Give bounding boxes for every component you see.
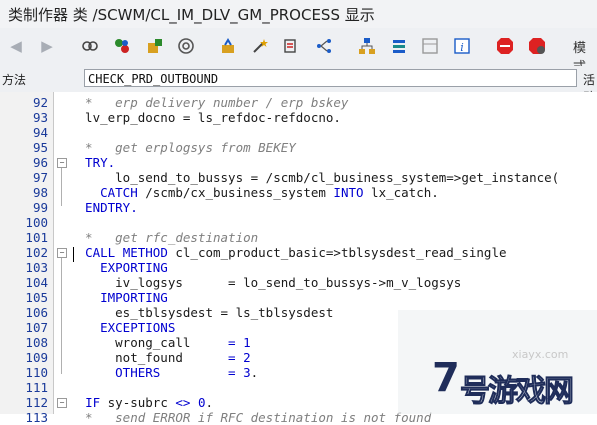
line-number: 100 — [25, 215, 48, 230]
application-toolbar: ◀ ▶ i 模式 — [0, 28, 597, 75]
code-line[interactable]: EXCEPTIONS — [70, 320, 175, 335]
line-number: 98 — [32, 185, 48, 200]
info-icon[interactable]: i — [452, 36, 472, 56]
frame-icon[interactable] — [420, 36, 440, 56]
code-line[interactable]: TRY. — [70, 155, 115, 170]
line-number: 103 — [25, 260, 48, 275]
back-arrow-icon[interactable]: ◀ — [6, 36, 26, 56]
code-line[interactable]: ENDTRY. — [70, 200, 138, 215]
code-line[interactable]: CALL METHOD cl_com_product_basic=>tblsys… — [70, 245, 506, 260]
where-used-icon[interactable] — [145, 36, 165, 56]
external-breakpoint-icon[interactable] — [527, 36, 547, 56]
line-number: 110 — [25, 365, 48, 380]
method-label: 方法 — [2, 73, 27, 87]
check-icon[interactable] — [218, 36, 238, 56]
watermark-logo: 7 号游戏网 — [432, 355, 575, 410]
breakpoint-icon[interactable] — [495, 36, 515, 56]
fold-toggle-icon[interactable]: − — [57, 248, 67, 258]
line-number: 96 — [32, 155, 48, 170]
line-number: 104 — [25, 275, 48, 290]
code-line[interactable]: IF sy-subrc <> 0. — [70, 395, 213, 410]
line-number: 101 — [25, 230, 48, 245]
line-number: 106 — [25, 305, 48, 320]
object-list-icon[interactable] — [176, 36, 196, 56]
forward-arrow-icon[interactable]: ▶ — [37, 36, 57, 56]
line-number: 109 — [25, 350, 48, 365]
title-bar: 类制作器 类 /SCWM/CL_IM_DLV_GM_PROCESS 显示 — [0, 0, 597, 29]
code-line[interactable]: * get erplogsys from BEKEY — [70, 140, 296, 155]
tree-icon[interactable] — [314, 36, 334, 56]
method-bar: 方法 CHECK_PRD_OUTBOUND 活动 — [0, 66, 597, 104]
magic-wand-icon[interactable] — [250, 36, 270, 56]
fold-column: − − − — [54, 92, 70, 414]
fold-toggle-icon[interactable]: − — [57, 158, 67, 168]
pretty-printer-icon[interactable] — [281, 36, 301, 56]
line-number: 92 — [32, 95, 48, 110]
fold-guide-line — [61, 258, 62, 374]
text-cursor — [73, 247, 74, 262]
line-number: 95 — [32, 140, 48, 155]
svg-text:号游戏网: 号游戏网 — [460, 374, 572, 409]
fold-toggle-icon[interactable]: − — [57, 398, 67, 408]
display-change-icon[interactable] — [80, 36, 100, 56]
line-number: 94 — [32, 125, 48, 140]
line-number: 93 — [32, 110, 48, 125]
line-number: 107 — [25, 320, 48, 335]
line-number: 112 — [25, 395, 48, 410]
code-line[interactable]: CATCH /scmb/cx_business_system INTO lx_c… — [70, 185, 439, 200]
svg-text:7: 7 — [432, 355, 460, 401]
line-number: 97 — [32, 170, 48, 185]
line-number: 111 — [25, 380, 48, 395]
code-line[interactable]: es_tblsysdest = ls_tblsysdest — [70, 305, 333, 320]
code-line[interactable]: * get rfc_destination — [70, 230, 258, 245]
line-number: 99 — [32, 200, 48, 215]
line-number: 108 — [25, 335, 48, 350]
line-number-gutter: 92 93 94 95 96 97 98 99 100 101 102 103 104 105 106 107… — [0, 92, 54, 425]
hierarchy-icon[interactable] — [357, 36, 377, 56]
window-title: 类制作器 类 /SCWM/CL_IM_DLV_GM_PROCESS 显示 — [8, 6, 375, 24]
code-line[interactable]: * erp delivery number / erp bskey — [70, 95, 348, 110]
code-line[interactable]: lv_erp_docno = ls_refdoc-refdocno. — [70, 110, 341, 125]
fold-guide-line — [61, 168, 62, 206]
code-line[interactable]: lo_send_to_bussys = /scmb/cl_business_sy… — [70, 170, 559, 185]
code-line[interactable]: IMPORTING — [70, 290, 168, 305]
line-number: 105 — [25, 290, 48, 305]
method-name-field[interactable]: CHECK_PRD_OUTBOUND — [84, 69, 577, 87]
code-line[interactable]: * send ERROR if RFC destination is not f… — [70, 410, 431, 425]
code-line[interactable]: OTHERS = 3. — [70, 365, 258, 380]
activate-icon[interactable] — [112, 36, 132, 56]
code-line[interactable]: wrong_call = 1 — [70, 335, 251, 350]
code-line[interactable]: not_found = 2 — [70, 350, 251, 365]
stack-icon[interactable] — [389, 36, 409, 56]
line-number: 102 — [25, 245, 48, 260]
code-line[interactable]: iv_logsys = lo_send_to_bussys->m_v_logsy… — [70, 275, 461, 290]
line-number: 113 — [25, 410, 48, 425]
code-line[interactable]: EXPORTING — [70, 260, 168, 275]
svg-text:i: i — [460, 41, 464, 54]
